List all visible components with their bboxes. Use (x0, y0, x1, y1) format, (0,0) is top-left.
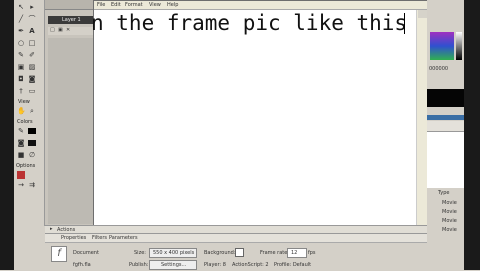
add-folder-icon[interactable]: ▣ (58, 27, 63, 33)
frame-rate-label: Frame rate: (260, 250, 290, 256)
timeline-panel: Layer 1 □ ▣ ✕ (45, 0, 95, 226)
stroke-color-swatch[interactable] (28, 128, 36, 134)
menu-file[interactable]: File (97, 2, 105, 8)
straighten-option-icon[interactable]: ⇉ (28, 181, 36, 189)
panel-tabs-row (427, 121, 464, 132)
black-white-icon[interactable]: ■ (17, 151, 25, 159)
text-tool-icon[interactable]: A (28, 27, 36, 35)
player-version: Player: 8 (204, 262, 226, 268)
tab-properties[interactable]: Properties (61, 235, 86, 241)
right-panel: 000000 Type Movie Movie Movie Movie (427, 0, 464, 270)
panel-white-list (427, 132, 464, 188)
arrow-tool-icon[interactable]: ↖ (17, 3, 25, 11)
tools-panel: ↖ ▸ ╱ ⌒ ✒ A ○ □ ✎ ✐ ▣ ▨ ◘ ◙ † ▭ View ✋ ⌕… (14, 0, 45, 226)
size-value: 550 x 400 pixels (153, 250, 195, 256)
menu-edit[interactable]: Edit (111, 2, 121, 8)
subselect-tool-icon[interactable]: ▸ (28, 3, 36, 11)
color-preview-black (427, 89, 464, 107)
color-mixer-swatch[interactable] (430, 32, 454, 60)
settings-button[interactable]: Settings... (149, 260, 197, 270)
background-label: Background: (204, 250, 236, 256)
profile-label: Profile: Default (274, 262, 312, 268)
pen-tool-icon[interactable]: ✒ (17, 27, 25, 35)
brush-tool-icon[interactable]: ✐ (28, 51, 36, 59)
fill-color-swatch[interactable] (28, 140, 36, 146)
fill-color-icon[interactable]: ◙ (17, 139, 25, 147)
timeline-icons-row: □ ▣ ✕ (48, 27, 93, 35)
scroll-up-arrow-icon[interactable] (418, 10, 427, 18)
type-header[interactable]: Type (438, 190, 449, 196)
tab-parameters[interactable]: Parameters (109, 235, 138, 241)
fps-label: fps (308, 250, 316, 256)
menu-format[interactable]: Format (125, 2, 143, 8)
menu-view[interactable]: View (149, 2, 161, 8)
file-name: fgfh.fla (73, 262, 91, 268)
timeline-layer-row[interactable]: Layer 1 (48, 16, 93, 24)
hex-value[interactable]: 000000 (429, 66, 448, 72)
library-item[interactable]: Movie (442, 209, 457, 215)
timeline-header (45, 0, 95, 10)
size-label: Size: (134, 250, 146, 256)
menu-help[interactable]: Help (167, 2, 178, 8)
notepad-text: n the frame pic like this (91, 11, 408, 35)
library-item[interactable]: Movie (442, 200, 457, 206)
stroke-color-icon[interactable]: ✎ (17, 127, 25, 135)
eyedropper-tool-icon[interactable]: † (17, 87, 25, 95)
stage-gray-area (48, 38, 93, 224)
brightness-slider[interactable] (456, 32, 462, 60)
library-item[interactable]: Movie (442, 218, 457, 224)
document-label: Document (73, 250, 99, 256)
delete-layer-icon[interactable]: ✕ (66, 27, 70, 33)
settings-button-label: Settings... (161, 262, 187, 268)
options-header: Options (16, 163, 36, 169)
no-color-icon[interactable]: ∅ (28, 151, 36, 159)
pencil-tool-icon[interactable]: ✎ (17, 51, 25, 59)
notepad-text-area[interactable]: n the frame pic like this (91, 10, 416, 225)
hand-tool-icon[interactable]: ✋ (17, 107, 26, 115)
expand-arrow-icon: ▸ (50, 226, 53, 232)
layer-name: Layer 1 (62, 17, 81, 23)
notepad-window: File Edit Format View Help n the frame p… (91, 0, 429, 238)
left-dark-margin (0, 0, 14, 270)
frame-rate-value: 12 (291, 250, 298, 256)
zoom-tool-icon[interactable]: ⌕ (28, 107, 36, 115)
view-header: View (18, 99, 30, 105)
properties-tabs: Properties Filters Parameters (45, 234, 427, 243)
line-tool-icon[interactable]: ╱ (17, 15, 25, 23)
frame-rate-input[interactable]: 12 (287, 248, 307, 258)
eraser-tool-icon[interactable]: ▭ (28, 87, 36, 95)
tab-filters[interactable]: Filters (92, 235, 107, 241)
text-cursor (404, 13, 405, 34)
publish-label: Publish: (129, 262, 149, 268)
properties-panel: Properties Filters Parameters f Document… (45, 233, 427, 271)
library-item[interactable]: Movie (442, 227, 457, 233)
actionscript-version: ActionScript: 2 (232, 262, 269, 268)
size-button[interactable]: 550 x 400 pixels (149, 248, 197, 258)
rectangle-tool-icon[interactable]: □ (28, 39, 36, 47)
lasso-tool-icon[interactable]: ⌒ (28, 15, 36, 23)
right-dark-margin (464, 0, 480, 270)
background-color-swatch[interactable] (235, 248, 244, 257)
notepad-menubar: File Edit Format View Help (94, 1, 428, 10)
add-layer-icon[interactable]: □ (50, 27, 55, 33)
paint-bucket-tool-icon[interactable]: ◙ (28, 75, 36, 83)
ink-bottle-tool-icon[interactable]: ◘ (17, 75, 25, 83)
fill-transform-tool-icon[interactable]: ▨ (28, 63, 36, 71)
smooth-option-icon[interactable]: → (17, 181, 25, 189)
colors-header: Colors (17, 119, 33, 125)
document-icon: f (51, 246, 67, 262)
free-transform-tool-icon[interactable]: ▣ (17, 63, 25, 71)
snap-option-icon[interactable] (17, 171, 25, 179)
oval-tool-icon[interactable]: ○ (17, 39, 25, 47)
panel-header-bar (427, 115, 464, 120)
